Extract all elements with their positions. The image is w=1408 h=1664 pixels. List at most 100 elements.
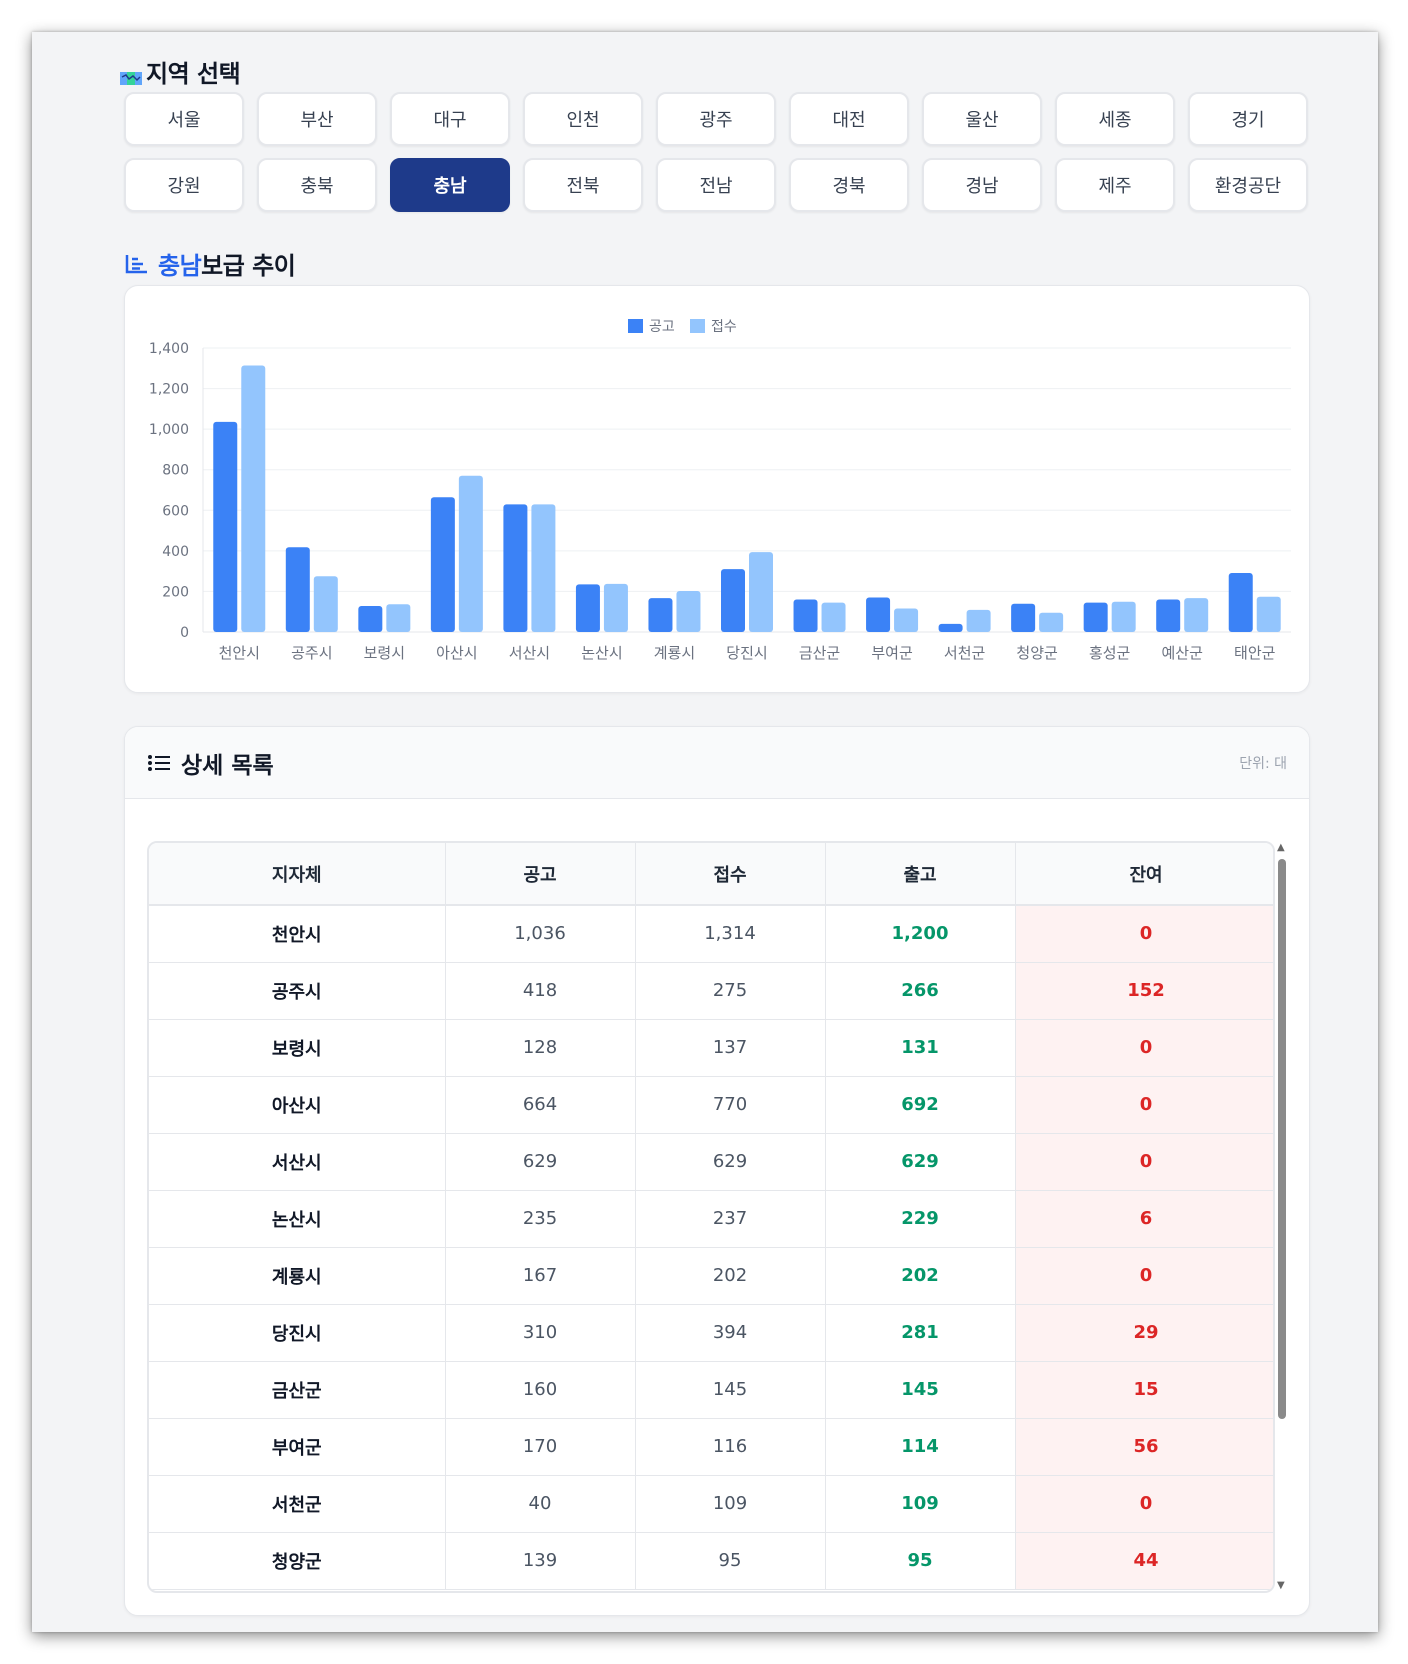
table-cell: 15	[1015, 1361, 1273, 1419]
scroll-down-icon[interactable]: ▼	[1277, 1581, 1285, 1591]
table-cell: 56	[1015, 1418, 1273, 1476]
region-button[interactable]: 전북	[523, 158, 643, 212]
table-cell: 당진시	[149, 1304, 446, 1362]
table-cell: 152	[1015, 962, 1273, 1020]
table-cell: 1,036	[445, 905, 636, 963]
list-icon	[147, 753, 171, 773]
table-row[interactable]: 금산군 160 145 145 15	[149, 1361, 1273, 1419]
table-cell: 235	[445, 1190, 636, 1248]
table-row[interactable]: 보령시 128 137 131 0	[149, 1019, 1273, 1077]
bar-series-2	[1256, 596, 1281, 632]
region-button[interactable]: 서울	[124, 92, 244, 146]
region-button[interactable]: 경남	[922, 158, 1042, 212]
region-button[interactable]: 충북	[257, 158, 377, 212]
bar-series-1	[1156, 599, 1181, 632]
bar-series-1	[503, 504, 528, 632]
region-button[interactable]: 경기	[1188, 92, 1308, 146]
region-button[interactable]: 전남	[656, 158, 776, 212]
region-button[interactable]: 인천	[523, 92, 643, 146]
column-header[interactable]: 출고	[825, 843, 1016, 906]
scroll-up-icon[interactable]: ▲	[1277, 843, 1285, 853]
table-cell: 275	[635, 962, 826, 1020]
trend-title-region: 충남	[158, 252, 202, 280]
table-cell: 아산시	[149, 1076, 446, 1134]
bar-series-2	[821, 602, 846, 632]
column-header[interactable]: 잔여	[1015, 843, 1273, 906]
table-cell: 109	[635, 1475, 826, 1533]
table-row[interactable]: 천안시 1,036 1,314 1,200 0	[149, 905, 1273, 963]
trend-chart-card: 0 200 400 600 800 1,000 1,200 1,400 천안시 공주시 보령시 아산시…	[124, 285, 1310, 693]
table-row[interactable]: 아산시 664 770 692 0	[149, 1076, 1273, 1134]
region-button[interactable]: 경북	[789, 158, 909, 212]
table-cell: 664	[445, 1076, 636, 1134]
bar-series-2	[458, 475, 483, 632]
column-header[interactable]: 지자체	[149, 843, 446, 906]
table-cell: 6	[1015, 1190, 1273, 1248]
x-tick-label: 공주시	[291, 644, 332, 662]
bar-series-2	[1184, 598, 1209, 632]
table-row[interactable]: 청양군 139 95 95 44	[149, 1532, 1273, 1590]
table-row[interactable]: 서천군 40 109 109 0	[149, 1475, 1273, 1533]
y-tick-label: 400	[162, 544, 189, 560]
table-cell: 229	[825, 1190, 1016, 1248]
scroll-thumb[interactable]	[1278, 859, 1286, 1419]
table-cell: 44	[1015, 1532, 1273, 1590]
bar-series-1	[1011, 603, 1036, 632]
legend-label: 접수	[711, 319, 737, 335]
table-cell: 418	[445, 962, 636, 1020]
region-button[interactable]: 충남	[390, 158, 510, 212]
table-cell: 0	[1015, 905, 1273, 963]
bar-series-1	[1228, 572, 1253, 632]
region-select-title: 지역 선택	[146, 60, 241, 88]
x-tick-label: 금산군	[799, 644, 841, 662]
y-tick-label: 1,200	[149, 382, 189, 398]
table-cell: 95	[635, 1532, 826, 1590]
table-row[interactable]: 논산시 235 237 229 6	[149, 1190, 1273, 1248]
region-button[interactable]: 대전	[789, 92, 909, 146]
table-cell: 논산시	[149, 1190, 446, 1248]
region-button[interactable]: 광주	[656, 92, 776, 146]
region-button[interactable]: 환경공단	[1188, 158, 1308, 212]
x-tick-label: 부여군	[871, 644, 913, 662]
region-button[interactable]: 부산	[257, 92, 377, 146]
column-header[interactable]: 접수	[635, 843, 826, 906]
region-button[interactable]: 제주	[1055, 158, 1175, 212]
table-cell: 0	[1015, 1133, 1273, 1191]
app-window: 지역 선택 서울 부산 대구 인천 광주 대전 울산 세종 경기 강원 충북 충남 전북 전남 경북 경남 제주…	[32, 32, 1378, 1632]
table-row[interactable]: 당진시 310 394 281 29	[149, 1304, 1273, 1362]
x-tick-label: 예산군	[1161, 644, 1203, 662]
detail-table-container[interactable]: 지자체 공고 접수 출고 잔여 천안시 1,036 1,314 1,200 0 공주시 418 275…	[147, 841, 1275, 1593]
region-button[interactable]: 세종	[1055, 92, 1175, 146]
table-cell: 29	[1015, 1304, 1273, 1362]
table-cell: 202	[825, 1247, 1016, 1305]
table-cell: 692	[825, 1076, 1016, 1134]
table-scrollbar[interactable]: ▲ ▼	[1275, 841, 1289, 1593]
legend-label: 공고	[649, 319, 675, 335]
table-cell: 95	[825, 1532, 1016, 1590]
bar-series-1	[575, 584, 600, 632]
bar-chart-icon	[124, 253, 150, 275]
bar-series-1	[213, 421, 238, 632]
table-row[interactable]: 공주시 418 275 266 152	[149, 962, 1273, 1020]
table-row[interactable]: 부여군 170 116 114 56	[149, 1418, 1273, 1476]
table-cell: 0	[1015, 1019, 1273, 1077]
y-tick-label: 600	[162, 503, 189, 519]
table-cell: 금산군	[149, 1361, 446, 1419]
x-tick-label: 태안군	[1234, 644, 1276, 662]
bar-series-2	[676, 591, 701, 632]
table-row[interactable]: 계룡시 167 202 202 0	[149, 1247, 1273, 1305]
region-button[interactable]: 울산	[922, 92, 1042, 146]
table-cell: 629	[635, 1133, 826, 1191]
y-tick-label: 800	[162, 463, 189, 479]
table-cell: 0	[1015, 1475, 1273, 1533]
bar-series-2	[749, 552, 773, 632]
y-tick-label: 1,000	[149, 422, 189, 438]
column-header[interactable]: 공고	[445, 843, 636, 906]
region-button[interactable]: 강원	[124, 158, 244, 212]
table-cell: 서산시	[149, 1133, 446, 1191]
region-button[interactable]: 대구	[390, 92, 510, 146]
x-tick-label: 논산시	[581, 644, 622, 662]
table-row[interactable]: 서산시 629 629 629 0	[149, 1133, 1273, 1191]
bar-series-1	[358, 606, 383, 632]
table-cell: 116	[635, 1418, 826, 1476]
